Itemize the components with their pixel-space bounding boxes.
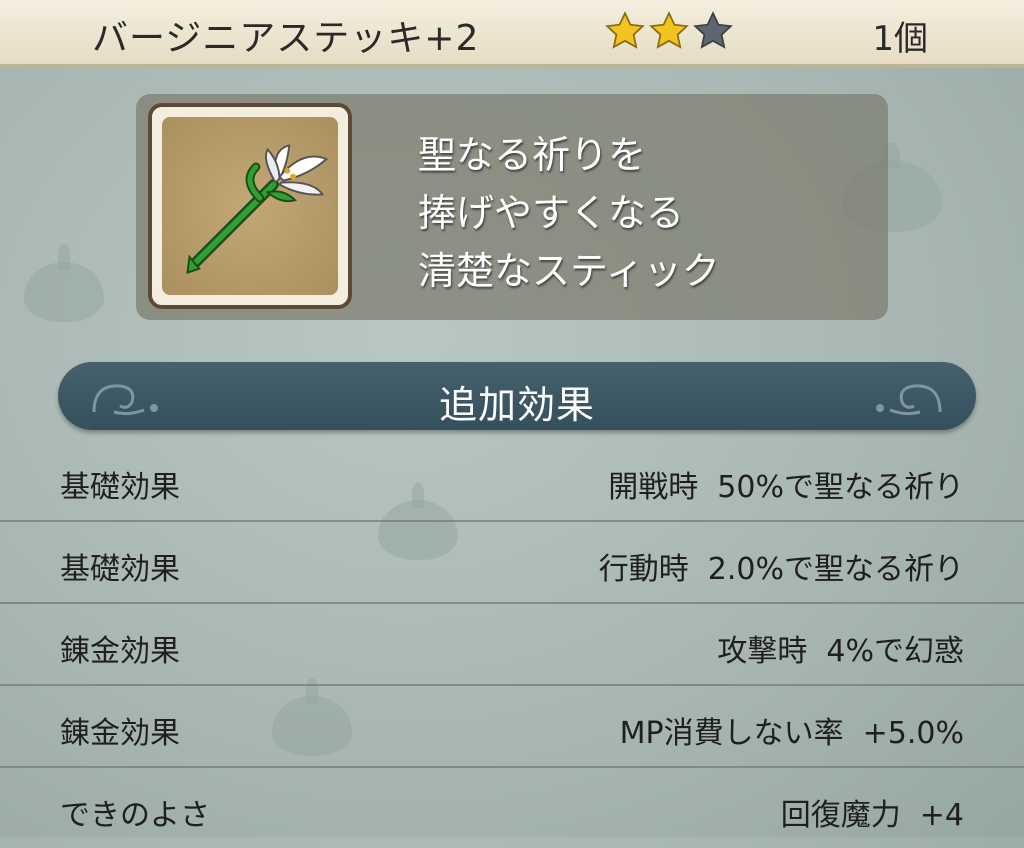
- effect-value: MP消費しない率 +5.0%: [619, 716, 964, 751]
- star-filled-icon: [605, 11, 645, 49]
- description-line: 清楚なスティック: [418, 249, 720, 293]
- flourish-right-icon: [876, 384, 942, 416]
- effect-value: 開戦時 50%で聖なる祈り: [608, 470, 964, 505]
- effect-value: 行動時 2.0%で聖なる祈り: [598, 552, 964, 587]
- star-empty-icon: [693, 11, 733, 49]
- rarity-stars: [604, 10, 734, 52]
- lily-staff-icon: [186, 144, 329, 274]
- item-description: 聖なる祈りを 捧げやすくなる 清楚なスティック: [418, 126, 720, 300]
- effect-label: 錬金効果: [60, 716, 180, 751]
- section-title: 追加効果: [438, 383, 595, 427]
- effect-list: 基礎効果 開戦時 50%で聖なる祈り 基礎効果 行動時 2.0%で聖なる祈り 錬…: [0, 440, 1024, 848]
- effect-value: 回復魔力 +4: [780, 798, 964, 833]
- effect-label: 錬金効果: [60, 634, 180, 669]
- item-icon-frame: [148, 103, 352, 309]
- effect-label: できのよさ: [60, 798, 210, 833]
- effect-row: できのよさ 回復魔力 +4: [0, 768, 1024, 848]
- effect-row: 錬金効果 攻撃時 4%で幻惑: [0, 604, 1024, 686]
- item-name: バージニアステッキ+2: [92, 18, 480, 59]
- item-quantity: 1個: [872, 19, 928, 59]
- background-slime-decoration: [24, 244, 104, 322]
- effect-label: 基礎効果: [60, 470, 180, 505]
- description-line: 聖なる祈りを: [418, 133, 647, 177]
- effect-label: 基礎効果: [60, 552, 180, 587]
- effect-row: 錬金効果 MP消費しない率 +5.0%: [0, 686, 1024, 768]
- effect-value: 攻撃時 4%で幻惑: [717, 634, 964, 669]
- effect-row: 基礎効果 開戦時 50%で聖なる祈り: [0, 440, 1024, 522]
- item-header: バージニアステッキ+2 1個: [0, 0, 1024, 68]
- star-filled-icon: [649, 11, 689, 49]
- section-banner: 追加効果: [58, 362, 976, 430]
- effect-row: 基礎効果 行動時 2.0%で聖なる祈り: [0, 522, 1024, 604]
- description-line: 捧げやすくなる: [418, 191, 685, 235]
